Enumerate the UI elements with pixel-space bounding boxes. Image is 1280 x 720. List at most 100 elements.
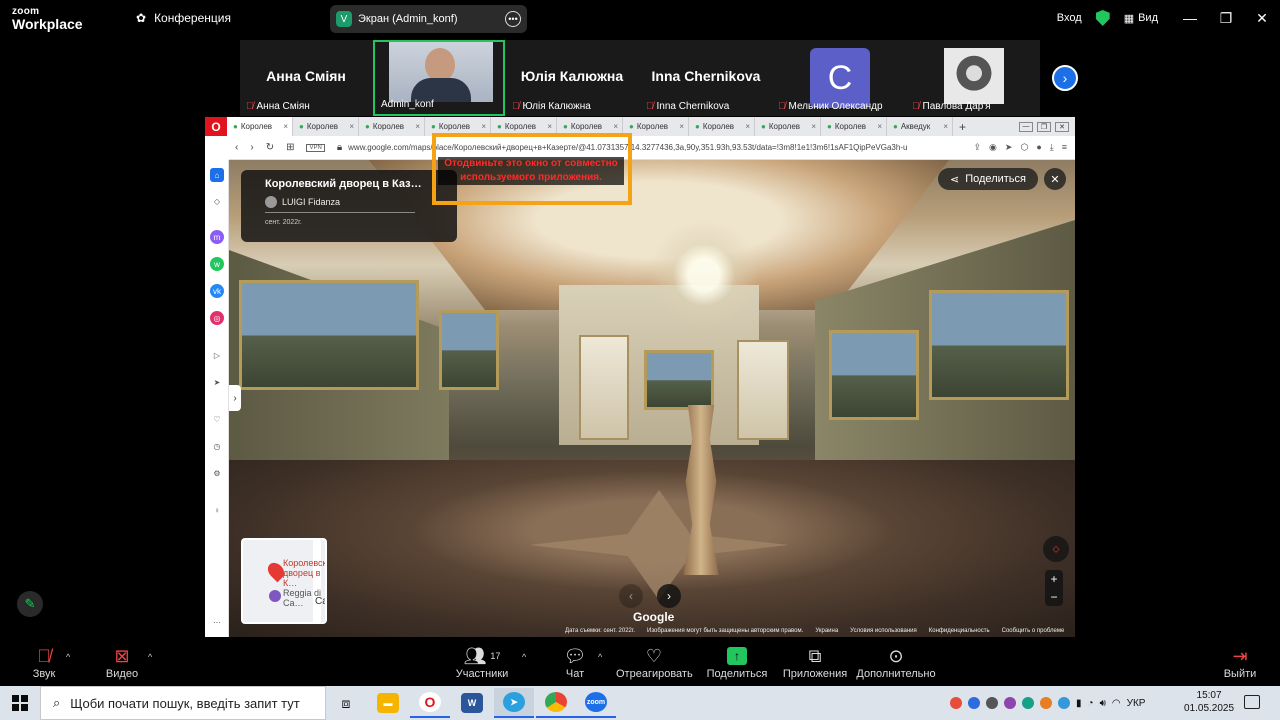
signin-button[interactable]: Вход [1057, 12, 1082, 24]
vk-icon[interactable]: vk [210, 284, 224, 298]
participant-tile[interactable]: Юлія Калюжна 🎙̸ Юлія Калюжна [506, 40, 638, 116]
messenger-icon[interactable]: m [210, 230, 224, 244]
browser-minimize-button[interactable]: — [1019, 121, 1033, 132]
zoom-taskbar-icon[interactable]: zoom [576, 688, 616, 718]
footer-country[interactable]: Украина [815, 628, 838, 634]
tray-app-icon[interactable] [950, 697, 962, 709]
participant-tile-active[interactable]: Admin_konf [373, 40, 505, 116]
street-view-panorama[interactable]: Королевский дворец в Каз… LUIGI Fidanza … [229, 160, 1075, 637]
tray-app-icon[interactable] [1058, 697, 1070, 709]
close-tab-icon[interactable]: × [943, 122, 948, 131]
bulb-icon[interactable]: ♀ [210, 503, 224, 517]
settings-icon[interactable]: ⚙ [210, 466, 224, 480]
taskbar-clock[interactable]: 15:07 01.05.2025 [1184, 689, 1234, 715]
back-icon[interactable]: ‹ [235, 142, 238, 153]
audio-button[interactable]: 🎙̸ Звук [24, 644, 64, 681]
more-button[interactable]: ⊙ Дополнительно [856, 644, 936, 681]
vpn-badge[interactable]: VPN [306, 143, 325, 152]
participants-button[interactable]: 👥︎ 17 Участники [452, 644, 512, 681]
view-button[interactable]: ▦ Вид [1124, 12, 1158, 25]
tray-app-icon[interactable] [1022, 697, 1034, 709]
annotate-button[interactable]: ✎ [17, 591, 43, 617]
footer-terms-link[interactable]: Условия использования [850, 628, 917, 634]
camera-icon[interactable]: ◉ [989, 142, 997, 153]
network-icon[interactable]: ◔ [1088, 698, 1094, 709]
close-tab-icon[interactable]: × [679, 122, 684, 131]
zoom-in-button[interactable]: + [1050, 572, 1057, 586]
share-button[interactable]: ⋖ Поделиться [938, 168, 1038, 190]
browser-tab[interactable]: ● Королев × [623, 117, 689, 136]
browser-tab[interactable]: ● Акведук × [887, 117, 953, 136]
instagram-icon[interactable]: ◎ [210, 311, 224, 325]
file-explorer-icon[interactable]: ▬ [368, 688, 408, 718]
extensions-icon[interactable]: ⬡ [1020, 142, 1028, 153]
close-streetview-button[interactable]: ✕ [1044, 168, 1066, 190]
minimize-button[interactable]: — [1172, 10, 1208, 26]
browser-tab[interactable]: ● Королев × [293, 117, 359, 136]
aria-icon[interactable]: ◇ [210, 194, 224, 208]
close-tab-icon[interactable]: × [481, 122, 486, 131]
task-view-icon[interactable]: ⧈ [326, 688, 366, 718]
chat-button[interactable]: 💬︎ Чат [558, 644, 592, 681]
participant-tile[interactable]: 🎙̸ Павлова Дар'я [906, 40, 1038, 116]
close-tab-icon[interactable]: × [547, 122, 552, 131]
chrome-icon[interactable] [536, 688, 576, 718]
more-options-icon[interactable]: ••• [505, 11, 521, 27]
close-window-button[interactable]: ✕ [1244, 10, 1280, 27]
participant-tile[interactable]: Анна Сміян 🎙̸ Анна Сміян [240, 40, 372, 116]
history-icon[interactable]: ◷ [210, 439, 224, 453]
security-shield[interactable] [1095, 10, 1110, 26]
volume-icon[interactable]: 🔊︎ [1100, 698, 1106, 709]
participants-options-caret[interactable]: ^ [522, 652, 526, 662]
browser-tab[interactable]: ● Королев × [821, 117, 887, 136]
opera-logo-icon[interactable]: O [205, 117, 227, 136]
expand-panel-button[interactable]: › [229, 385, 241, 411]
profile-icon[interactable]: ● [1036, 142, 1041, 153]
participant-tile[interactable]: Inna Chernikova 🎙̸ Inna Chernikova [640, 40, 772, 116]
next-page-button[interactable]: › [1052, 65, 1078, 91]
place-title[interactable]: Королевский дворец в Каз… [265, 178, 445, 190]
browser-close-button[interactable]: ✕ [1055, 121, 1069, 132]
participant-tile[interactable]: 🎙̸ Мельник Олександр [772, 40, 904, 116]
browser-tab[interactable]: ● Королев × [359, 117, 425, 136]
browser-restore-button[interactable]: ❐ [1037, 121, 1051, 132]
react-button[interactable]: ♡ Отреагировать [616, 644, 693, 681]
zoom-out-button[interactable]: − [1050, 590, 1057, 604]
tray-app-icon[interactable] [1040, 697, 1052, 709]
word-icon[interactable]: W [452, 688, 492, 718]
author-row[interactable]: LUIGI Fidanza [265, 196, 445, 208]
battery-icon[interactable]: ▮ [1076, 698, 1082, 709]
more-sidebar-icon[interactable]: ⋯ [210, 615, 224, 629]
close-tab-icon[interactable]: × [613, 122, 618, 131]
close-tab-icon[interactable]: × [877, 122, 882, 131]
footer-privacy-link[interactable]: Конфиденциальность [929, 628, 990, 634]
share-page-icon[interactable]: ⇪ [974, 142, 982, 153]
apps-button[interactable]: ⧉ Приложения [782, 644, 848, 681]
browser-tab[interactable]: ● Королев × [755, 117, 821, 136]
close-tab-icon[interactable]: × [415, 122, 420, 131]
previous-photo-button[interactable]: ‹ [619, 584, 643, 608]
wifi-icon[interactable]: ◠ [1112, 698, 1121, 709]
close-tab-icon[interactable]: × [811, 122, 816, 131]
telegram-icon[interactable]: ➤ [494, 688, 534, 718]
forward-icon[interactable]: › [250, 142, 253, 153]
video-options-caret[interactable]: ^ [148, 652, 152, 662]
video-button[interactable]: ⊠ Видео [100, 644, 144, 681]
menu-icon[interactable]: ≡ [1062, 142, 1067, 153]
player-icon[interactable]: ▷ [210, 348, 224, 362]
language-indicator[interactable]: УКР [1127, 698, 1146, 709]
browser-tab[interactable]: ● Королев × [689, 117, 755, 136]
whatsapp-icon[interactable]: w [210, 257, 224, 271]
share-screen-button[interactable]: ↑ Поделиться [706, 644, 768, 680]
screen-share-pill[interactable]: V Экран (Admin_konf) ••• [330, 5, 527, 33]
close-tab-icon[interactable]: × [283, 122, 288, 131]
home-icon[interactable]: ⌂ [210, 168, 224, 182]
next-photo-button[interactable]: › [657, 584, 681, 608]
tray-viber-icon[interactable] [1004, 697, 1016, 709]
audio-options-caret[interactable]: ^ [66, 652, 70, 662]
taskbar-search[interactable]: ⌕ Щоби почати пошук, введіть запит тут [40, 686, 326, 720]
download-icon[interactable]: ⤓ [1050, 142, 1054, 153]
minimap[interactable]: Королевский дворец в К…Reggia di Ca… Ca [241, 538, 327, 624]
notification-icon[interactable] [1244, 695, 1260, 709]
restore-button[interactable]: ❐ [1208, 10, 1244, 27]
